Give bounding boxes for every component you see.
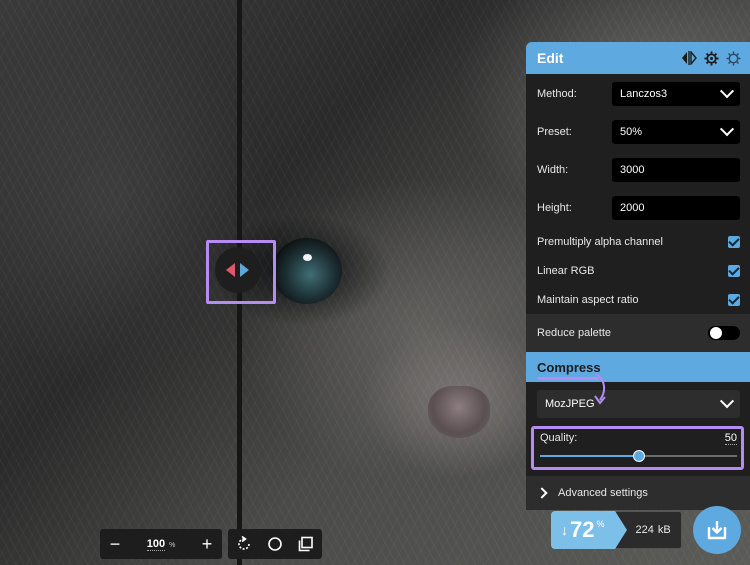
arrow-left-icon <box>226 263 235 277</box>
chevron-down-icon <box>719 122 735 137</box>
size-reduction-percent: 72 <box>570 517 595 542</box>
edit-title: Edit <box>537 50 564 66</box>
linear-rgb-checkbox[interactable] <box>728 264 740 277</box>
quality-slider-thumb[interactable] <box>632 450 645 462</box>
down-arrow-icon: ↓ <box>561 522 568 538</box>
encoder-value: MozJPEG <box>545 398 595 410</box>
premultiply-checkbox[interactable] <box>728 235 740 248</box>
rotate-button[interactable] <box>231 531 257 557</box>
zoom-in-button[interactable]: + <box>192 529 222 559</box>
aspect-ratio-checkbox[interactable] <box>728 293 740 306</box>
preset-select[interactable]: 50% <box>612 120 740 144</box>
chevron-down-icon <box>719 394 735 409</box>
percent-symbol: % <box>596 519 605 529</box>
output-size-value: 224 <box>635 524 654 536</box>
aspect-ratio-row: Maintain aspect ratio <box>526 285 750 314</box>
gear-icon[interactable] <box>702 49 720 67</box>
edit-header: Edit <box>526 42 750 74</box>
height-row: Height: 2000 <box>526 189 750 227</box>
download-icon <box>707 521 727 540</box>
quality-value[interactable]: 50 <box>724 432 737 445</box>
chevron-down-icon <box>719 84 735 99</box>
quality-slider[interactable] <box>540 450 737 462</box>
split-handle[interactable] <box>215 247 261 293</box>
aspect-ratio-label: Maintain aspect ratio <box>537 293 639 306</box>
edit-body: Method: Lanczos3 Preset: 50% Width: 3000… <box>526 74 750 352</box>
zoom-out-button[interactable]: − <box>100 529 130 559</box>
eye-glint <box>303 254 312 261</box>
download-button[interactable] <box>693 506 741 554</box>
zoom-value: 100 <box>146 538 166 551</box>
height-input[interactable]: 2000 <box>612 196 740 220</box>
kitten-eye <box>272 238 342 304</box>
compress-underline-highlight <box>537 377 599 380</box>
view-tools <box>228 529 322 559</box>
size-reduction-badge: ↓ 72 % <box>551 511 626 549</box>
side-by-side-button[interactable] <box>293 531 319 557</box>
compress-header: Compress <box>526 352 750 382</box>
split-view-icon[interactable] <box>680 49 698 67</box>
width-row: Width: 3000 <box>526 151 750 189</box>
background-toggle-button[interactable] <box>262 531 288 557</box>
settings-reset-icon[interactable] <box>724 49 742 67</box>
rotate-icon <box>237 536 250 550</box>
preset-value: 50% <box>620 126 643 138</box>
method-row: Method: Lanczos3 <box>526 75 750 113</box>
method-value: Lanczos3 <box>620 88 668 100</box>
height-label: Height: <box>537 202 572 214</box>
advanced-settings-label: Advanced settings <box>558 487 648 499</box>
reduce-palette-row: Reduce palette <box>526 314 750 352</box>
encoder-select[interactable]: MozJPEG <box>537 390 740 418</box>
zoom-unit: % <box>169 542 176 549</box>
quality-control: Quality: 50 <box>531 426 744 470</box>
linear-rgb-label: Linear RGB <box>537 264 595 277</box>
preset-label: Preset: <box>537 126 572 138</box>
output-size-unit: kB <box>657 524 671 536</box>
annotation-arrow-icon <box>594 373 606 405</box>
compress-body: MozJPEG Quality: 50 Advanced settings <box>526 373 750 510</box>
layers-icon <box>299 536 314 552</box>
method-label: Method: <box>537 88 577 100</box>
linear-rgb-row: Linear RGB <box>526 256 750 285</box>
circle-icon <box>268 537 282 551</box>
advanced-settings-toggle[interactable]: Advanced settings <box>526 476 750 510</box>
zoom-controls: − 100% + <box>100 529 222 559</box>
reduce-palette-toggle[interactable] <box>708 326 740 340</box>
width-input[interactable]: 3000 <box>612 158 740 182</box>
width-label: Width: <box>537 164 569 176</box>
method-select[interactable]: Lanczos3 <box>612 82 740 106</box>
compression-result: ↓ 72 % 224 kB <box>551 511 682 549</box>
chevron-right-icon <box>536 487 548 499</box>
toggle-knob <box>710 327 722 339</box>
preset-row: Preset: 50% <box>526 113 750 151</box>
quality-label: Quality: <box>540 432 578 444</box>
reduce-palette-label: Reduce palette <box>537 327 611 339</box>
arrow-right-icon <box>240 263 249 277</box>
quality-slider-fill <box>540 455 639 457</box>
premultiply-row: Premultiply alpha channel <box>526 227 750 256</box>
options-panel: Edit Method: Lanczos3 Preset: 50% Width:… <box>526 42 750 510</box>
zoom-level[interactable]: 100% <box>130 538 192 551</box>
kitten-nose <box>428 386 490 438</box>
premultiply-label: Premultiply alpha channel <box>537 235 663 248</box>
